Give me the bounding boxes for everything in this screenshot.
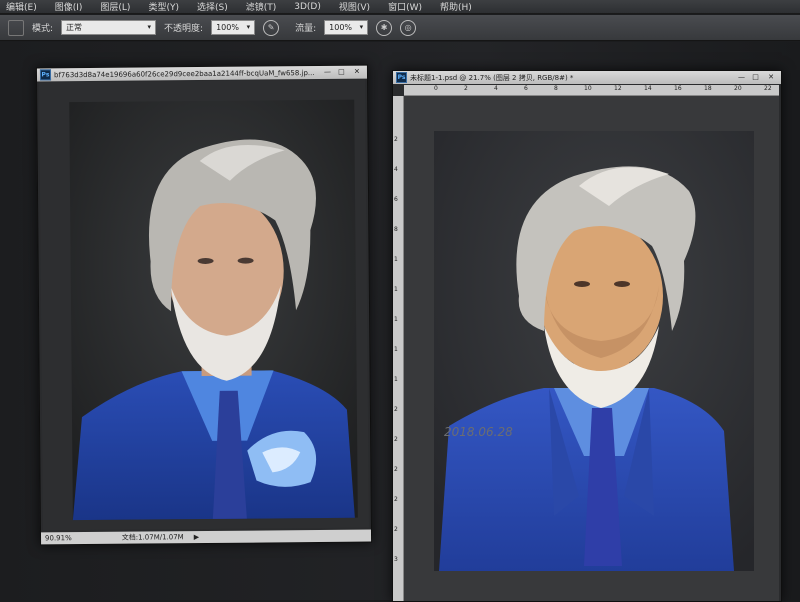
status-bar: 90.91% 文档:1.07M/1.07M ▶ bbox=[40, 529, 372, 545]
ruler-tick-label: 1 bbox=[394, 346, 398, 353]
close-icon[interactable]: ✕ bbox=[764, 73, 778, 82]
status-arrow-icon[interactable]: ▶ bbox=[194, 533, 199, 541]
ruler-tick-label: 18 bbox=[704, 85, 712, 92]
document-title: 未标题1-1.psd @ 21.7% (图层 2 拷贝, RGB/8#) * bbox=[410, 73, 574, 82]
ruler-tick-label: 20 bbox=[734, 85, 742, 92]
menu-view[interactable]: 视图(V) bbox=[339, 0, 370, 13]
menu-bar: 编辑(E) 图像(I) 图层(L) 类型(Y) 选择(S) 滤镜(T) 3D(D… bbox=[0, 0, 800, 14]
ruler-tick-label: 1 bbox=[394, 316, 398, 323]
pressure-size-icon[interactable]: ◎ bbox=[400, 19, 417, 36]
flow-label: 流量: bbox=[295, 24, 317, 34]
ruler-tick-label: 3 bbox=[394, 556, 398, 563]
reference-photo bbox=[69, 99, 358, 521]
ruler-tick-label: 8 bbox=[554, 85, 558, 92]
ruler-tick-label: 8 bbox=[394, 226, 398, 233]
photoshop-icon: Ps bbox=[396, 72, 407, 83]
photoshop-icon: Ps bbox=[39, 69, 52, 81]
ruler-tick-label: 2 bbox=[394, 466, 398, 473]
ruler-tick-label: 6 bbox=[524, 85, 528, 92]
reference-document-window[interactable]: Ps bf763d3d8a74e19696a60f26ce29d9cee2baa… bbox=[35, 64, 373, 546]
flow-value: 100% bbox=[329, 23, 353, 32]
close-icon[interactable]: ✕ bbox=[350, 68, 364, 77]
menu-filter[interactable]: 滤镜(T) bbox=[246, 0, 277, 13]
canvas-area[interactable] bbox=[39, 79, 369, 531]
mode-label: 模式: bbox=[32, 24, 54, 34]
flow-field[interactable]: 100% ▾ bbox=[324, 20, 369, 35]
ruler-tick-label: 22 bbox=[764, 85, 772, 92]
menu-edit[interactable]: 编辑(E) bbox=[6, 0, 37, 13]
ruler-tick-label: 0 bbox=[434, 85, 438, 92]
menu-3d[interactable]: 3D(D) bbox=[294, 2, 321, 12]
ruler-tick-label: 4 bbox=[494, 85, 498, 92]
horizontal-ruler[interactable]: 0 2 4 6 8 10 12 14 16 18 20 22 bbox=[404, 85, 779, 96]
ruler-tick-label: 4 bbox=[394, 166, 398, 173]
menu-help[interactable]: 帮助(H) bbox=[440, 0, 472, 13]
document-titlebar[interactable]: Ps 未标题1-1.psd @ 21.7% (图层 2 拷贝, RGB/8#) … bbox=[393, 71, 781, 84]
menu-select[interactable]: 选择(S) bbox=[197, 0, 228, 13]
zoom-level[interactable]: 90.91% bbox=[45, 534, 72, 542]
ruler-tick-label: 12 bbox=[614, 85, 622, 92]
menu-type[interactable]: 类型(Y) bbox=[148, 0, 179, 13]
mode-value: 正常 bbox=[66, 23, 83, 32]
ruler-tick-label: 2 bbox=[394, 436, 398, 443]
opacity-field[interactable]: 100% ▾ bbox=[211, 20, 256, 35]
maximize-icon[interactable]: □ bbox=[750, 73, 761, 82]
mode-select[interactable]: 正常 ▾ bbox=[61, 20, 157, 35]
minimize-icon[interactable]: — bbox=[736, 73, 747, 82]
ruler-tick-label: 14 bbox=[644, 85, 652, 92]
opacity-label: 不透明度: bbox=[164, 24, 204, 34]
document-title: bf763d3d8a74e19696a60f26ce29d9cee2baa1a2… bbox=[53, 68, 315, 79]
minimize-icon[interactable]: — bbox=[322, 68, 333, 77]
painting-document-window[interactable]: Ps 未标题1-1.psd @ 21.7% (图层 2 拷贝, RGB/8#) … bbox=[392, 70, 782, 602]
painting-canvas: 2018.06.28 bbox=[434, 131, 754, 571]
ruler-tick-label: 2 bbox=[464, 85, 468, 92]
menu-image[interactable]: 图像(I) bbox=[55, 0, 83, 13]
brush-preset-icon[interactable] bbox=[8, 19, 24, 36]
signature-text: 2018.06.28 bbox=[444, 425, 513, 439]
chevron-down-icon: ▾ bbox=[147, 23, 152, 31]
chevron-down-icon: ▾ bbox=[359, 23, 364, 31]
ruler-tick-label: 1 bbox=[394, 256, 398, 263]
ruler-tick-label: 2 bbox=[394, 526, 398, 533]
airbrush-icon[interactable]: ✱ bbox=[376, 19, 393, 36]
ruler-tick-label: 10 bbox=[584, 85, 592, 92]
chevron-down-icon: ▾ bbox=[246, 23, 251, 31]
ruler-tick-label: 2 bbox=[394, 136, 398, 143]
ruler-tick-label: 2 bbox=[394, 496, 398, 503]
vertical-ruler[interactable]: 2 4 6 8 1 1 1 1 1 2 2 2 2 2 3 bbox=[393, 96, 404, 601]
pressure-opacity-icon[interactable]: ✎ bbox=[263, 19, 280, 36]
ruler-tick-label: 2 bbox=[394, 406, 398, 413]
maximize-icon[interactable]: □ bbox=[336, 68, 347, 77]
ruler-tick-label: 6 bbox=[394, 196, 398, 203]
opacity-value: 100% bbox=[216, 23, 239, 32]
ruler-tick-label: 1 bbox=[394, 286, 398, 293]
document-size: 文档:1.07M/1.07M bbox=[121, 533, 184, 542]
ruler-tick-label: 1 bbox=[394, 376, 398, 383]
canvas-area[interactable]: 2018.06.28 bbox=[404, 96, 779, 601]
menu-window[interactable]: 窗口(W) bbox=[388, 0, 422, 13]
ruler-tick-label: 16 bbox=[674, 85, 682, 92]
menu-layer[interactable]: 图层(L) bbox=[100, 0, 130, 13]
options-bar: 模式: 正常 ▾ 不透明度: 100% ▾ ✎ 流量: 100% ▾ ✱ ◎ bbox=[0, 15, 800, 41]
